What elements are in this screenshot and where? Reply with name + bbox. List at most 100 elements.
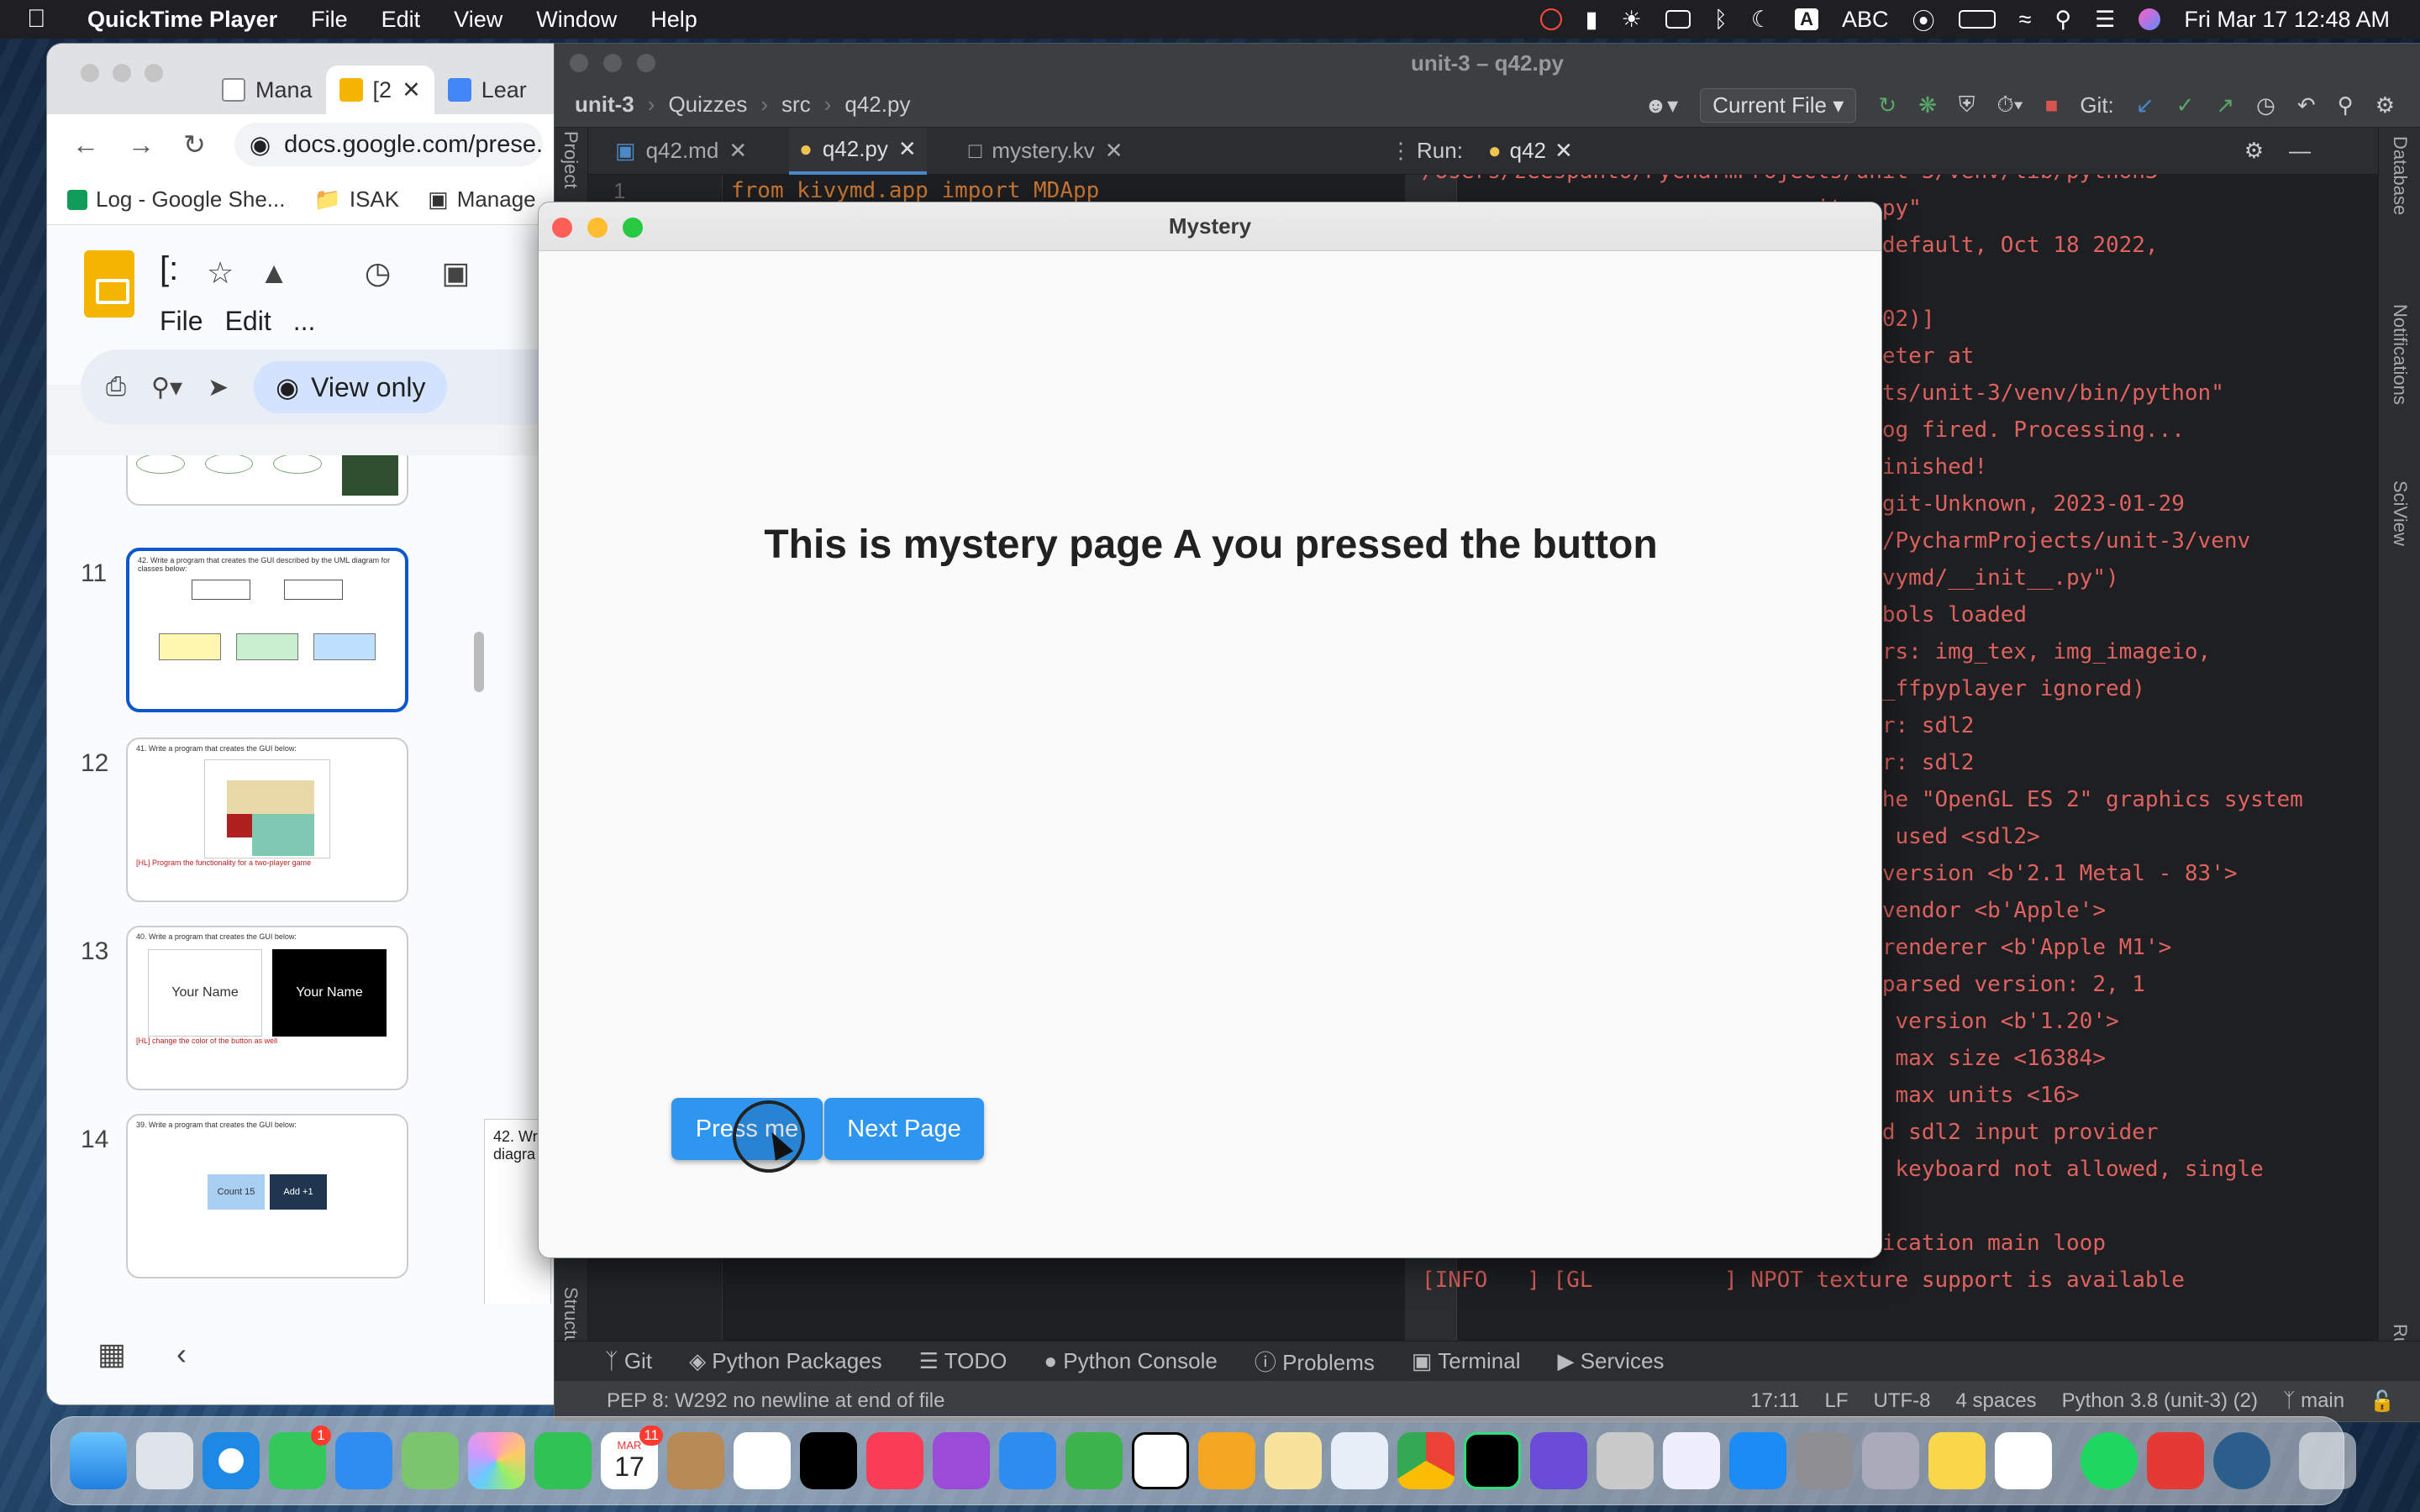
- input-source-badge[interactable]: A: [1795, 8, 1819, 30]
- python-packages-tool-button[interactable]: ◈ Python Packages: [689, 1348, 882, 1374]
- slide-thumbnail-14[interactable]: 39. Write a program that creates the GUI…: [126, 1114, 408, 1278]
- keynote-icon[interactable]: [999, 1432, 1056, 1489]
- input-source-label[interactable]: ABC: [1842, 7, 1889, 33]
- safari-icon[interactable]: [203, 1432, 260, 1489]
- slides-menu-file[interactable]: File: [160, 306, 203, 337]
- select-pointer-icon[interactable]: ➤: [208, 373, 229, 402]
- stop-icon[interactable]: ■: [2045, 92, 2059, 118]
- bookmark-sheets[interactable]: Log - Google She...: [67, 186, 285, 213]
- menu-help[interactable]: Help: [650, 7, 697, 33]
- control-center-icon[interactable]: ☰: [2095, 7, 2115, 33]
- drive-move-icon[interactable]: ▲: [259, 255, 289, 291]
- inkscape-icon[interactable]: [1597, 1432, 1654, 1489]
- git-tool-button[interactable]: ᛉ Git: [605, 1348, 652, 1374]
- browser-tab-docs[interactable]: Lear: [434, 66, 540, 114]
- meet-camera-icon[interactable]: ▣: [441, 255, 470, 291]
- cursor-position[interactable]: 17:11: [1750, 1389, 1799, 1414]
- settings-gear-icon[interactable]: ⚙: [2375, 92, 2395, 118]
- address-bar[interactable]: ◉ docs.google.com/prese...: [234, 123, 543, 166]
- back-icon[interactable]: ←: [72, 129, 99, 160]
- git-update-icon[interactable]: ↙: [2136, 92, 2154, 118]
- zoom-icon[interactable]: [637, 54, 655, 72]
- reload-icon[interactable]: ↻: [183, 129, 206, 160]
- forward-icon[interactable]: →: [128, 129, 155, 160]
- screen-mirroring-icon[interactable]: [1665, 10, 1691, 29]
- debug-bug-icon[interactable]: ❋: [1918, 92, 1937, 118]
- slide-thumbnail[interactable]: [126, 455, 408, 506]
- music-icon[interactable]: [866, 1432, 923, 1489]
- pages-icon[interactable]: [1198, 1432, 1255, 1489]
- breadcrumb-file[interactable]: q42.py: [844, 92, 910, 118]
- project-tool-tab[interactable]: Project: [560, 131, 581, 188]
- close-icon[interactable]: [81, 64, 99, 82]
- menu-file[interactable]: File: [311, 7, 348, 33]
- file-encoding[interactable]: UTF-8: [1874, 1389, 1931, 1414]
- python-console-tool-button[interactable]: ● Python Console: [1044, 1348, 1218, 1374]
- search-icon[interactable]: ⚲: [2338, 92, 2354, 118]
- maps-icon[interactable]: [402, 1432, 459, 1489]
- next-page-button[interactable]: Next Page: [824, 1098, 984, 1160]
- git-push-icon[interactable]: ↗: [2216, 92, 2234, 118]
- run-config-select[interactable]: Current File ▾: [1700, 87, 1857, 123]
- reminders-icon[interactable]: [734, 1432, 791, 1489]
- numbers-icon[interactable]: [1065, 1432, 1123, 1489]
- status-message[interactable]: PEP 8: W292 no newline at end of file: [607, 1389, 944, 1413]
- slides-menu-edit[interactable]: Edit: [225, 306, 271, 337]
- slide-thumbnail-12[interactable]: 41. Write a program that creates the GUI…: [126, 738, 408, 902]
- apple-icon[interactable]: : [27, 5, 72, 34]
- display-brightness-icon[interactable]: ☀: [1622, 7, 1642, 33]
- close-icon[interactable]: [570, 54, 588, 72]
- rollback-icon[interactable]: ↶: [2297, 92, 2316, 118]
- close-tab-icon[interactable]: ✕: [1555, 138, 1573, 164]
- doc-title[interactable]: [:: [160, 250, 178, 288]
- close-icon[interactable]: [552, 218, 572, 238]
- database-tool-tab[interactable]: Database: [2389, 136, 2411, 215]
- user-icon[interactable]: ☻▾: [1644, 92, 1678, 118]
- run-tab-q42[interactable]: ● q42 ✕: [1488, 138, 1573, 164]
- system-settings-icon[interactable]: [1796, 1432, 1853, 1489]
- terminal-tool-button[interactable]: ▣ Terminal: [1412, 1348, 1521, 1374]
- browser-tab-slides[interactable]: [2 ✕: [325, 66, 434, 114]
- menubar-clock[interactable]: Fri Mar 17 12:48 AM: [2184, 7, 2390, 33]
- rerun-icon[interactable]: ↻: [1878, 92, 1897, 118]
- notifications-tool-tab[interactable]: Notifications: [2389, 304, 2411, 405]
- spotlight-search-icon[interactable]: ⚲: [2054, 7, 2071, 33]
- close-tab-icon[interactable]: ✕: [898, 136, 917, 162]
- focus-moon-icon[interactable]: ☾: [1751, 7, 1771, 33]
- python-interpreter[interactable]: Python 3.8 (unit-3) (2): [2062, 1389, 2258, 1414]
- close-tab-icon[interactable]: ✕: [729, 138, 747, 164]
- preview-icon[interactable]: [1663, 1432, 1720, 1489]
- help-icon[interactable]: [1862, 1432, 1919, 1489]
- finder-icon[interactable]: [70, 1432, 127, 1489]
- bookmark-isak[interactable]: 📁 ISAK: [313, 186, 399, 213]
- todo-tool-button[interactable]: ☰ TODO: [919, 1348, 1007, 1374]
- acrobat-icon[interactable]: [2147, 1432, 2204, 1489]
- slide-thumb-row-12[interactable]: 12 41. Write a program that creates the …: [47, 738, 484, 906]
- coverage-icon[interactable]: ⛨: [1959, 92, 1975, 118]
- wifi-icon[interactable]: ≈: [2019, 7, 2032, 33]
- hide-panel-icon[interactable]: —: [2289, 138, 2311, 164]
- close-tab-icon[interactable]: ✕: [1105, 138, 1123, 164]
- obsidian-icon[interactable]: [1530, 1432, 1587, 1489]
- podcasts-icon[interactable]: [933, 1432, 990, 1489]
- star-icon[interactable]: ☆: [207, 255, 234, 291]
- git-commit-icon[interactable]: ✓: [2176, 92, 2195, 118]
- view-only-button[interactable]: ◉ View only: [254, 361, 448, 413]
- history-icon[interactable]: ◷: [365, 255, 391, 291]
- slides-menu-more[interactable]: ...: [293, 306, 316, 337]
- screen-recording-icon[interactable]: [1539, 8, 1562, 30]
- menu-edit[interactable]: Edit: [381, 7, 421, 33]
- stickies-icon[interactable]: [1265, 1432, 1322, 1489]
- run-settings-gear-icon[interactable]: ⚙: [2244, 138, 2264, 164]
- app-store-icon[interactable]: [1729, 1432, 1786, 1489]
- collapse-chevron-icon[interactable]: ‹: [176, 1336, 187, 1372]
- profile-icon[interactable]: ⏱▾: [1996, 92, 2023, 118]
- browser-tab-meet[interactable]: Mana: [208, 66, 326, 114]
- notes-icon[interactable]: [1928, 1432, 1986, 1489]
- services-tool-button[interactable]: ▶ Services: [1557, 1348, 1664, 1374]
- messages-icon[interactable]: 1: [269, 1425, 331, 1489]
- slide-thumb-row-14[interactable]: 14 39. Write a program that creates the …: [47, 1114, 484, 1282]
- tab-q42-py[interactable]: ● q42.py ✕: [789, 127, 927, 175]
- zoom-icon[interactable]: [623, 218, 643, 238]
- tab-q42-md[interactable]: ▣ q42.md ✕: [605, 128, 757, 175]
